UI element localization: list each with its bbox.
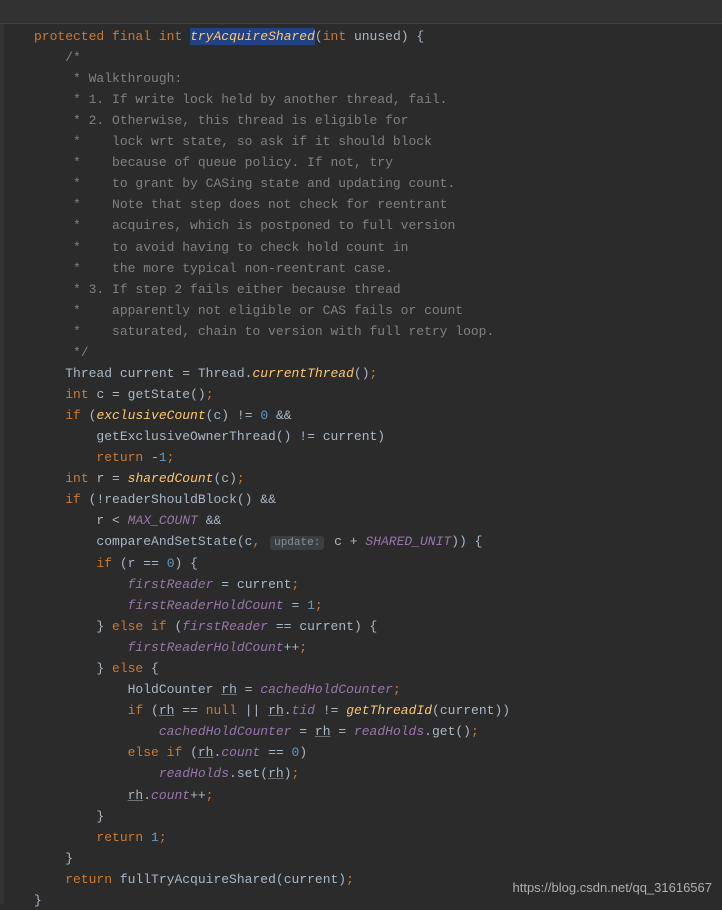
comment: * 2. Otherwise, this thread is eligible … — [34, 113, 408, 128]
line: } — [34, 809, 104, 824]
keyword-final: final — [112, 29, 151, 44]
keyword-protected: protected — [34, 29, 104, 44]
line: } — [34, 893, 42, 908]
line: else if (rh.count == 0) — [34, 745, 307, 760]
comment: * to grant by CASing state and updating … — [34, 176, 455, 191]
comment: * Note that step does not check for reen… — [34, 197, 447, 212]
line: if (rh == null || rh.tid != getThreadId(… — [34, 703, 510, 718]
line: if (exclusiveCount(c) != 0 && — [34, 408, 292, 423]
line: getExclusiveOwnerThread() != current) — [34, 429, 385, 444]
line: readHolds.set(rh); — [34, 766, 299, 781]
comment: * 3. If step 2 fails either because thre… — [34, 282, 401, 297]
line: } — [34, 851, 73, 866]
line: } else if (firstReader == current) { — [34, 619, 377, 634]
code-editor[interactable]: protected final int tryAcquireShared(int… — [0, 0, 722, 910]
line: Thread current = Thread.currentThread(); — [34, 366, 377, 381]
param-name: unused — [354, 29, 401, 44]
line: r < MAX_COUNT && — [34, 513, 221, 528]
line: firstReaderHoldCount = 1; — [34, 598, 323, 613]
method-name-highlight: tryAcquireShared — [190, 28, 315, 45]
line: if (!readerShouldBlock() && — [34, 492, 276, 507]
line: compareAndSetState(c, update: c + SHARED… — [34, 534, 482, 549]
line: cachedHoldCounter = rh = readHolds.get()… — [34, 724, 479, 739]
line: if (r == 0) { — [34, 556, 198, 571]
comment: * 1. If write lock held by another threa… — [34, 92, 447, 107]
line: return -1; — [34, 450, 174, 465]
inlay-hint: update: — [270, 536, 324, 550]
line: return fullTryAcquireShared(current); — [34, 872, 354, 887]
comment: */ — [34, 345, 89, 360]
comment: * to avoid having to check hold count in — [34, 240, 408, 255]
comment: /* — [34, 50, 81, 65]
line: return 1; — [34, 830, 167, 845]
comment: * the more typical non-reentrant case. — [34, 261, 393, 276]
comment: * saturated, chain to version with full … — [34, 324, 494, 339]
watermark: https://blog.csdn.net/qq_31616567 — [513, 877, 713, 898]
line: firstReader = current; — [34, 577, 299, 592]
comment: * because of queue policy. If not, try — [34, 155, 393, 170]
line: int c = getState(); — [34, 387, 214, 402]
type-int: int — [159, 29, 182, 44]
comment: * lock wrt state, so ask if it should bl… — [34, 134, 432, 149]
type-int: int — [323, 29, 346, 44]
line: } else { — [34, 661, 159, 676]
comment: * apparently not eligible or CAS fails o… — [34, 303, 463, 318]
line: firstReaderHoldCount++; — [34, 640, 307, 655]
line: protected final int tryAcquireShared(int… — [34, 28, 424, 45]
line: int r = sharedCount(c); — [34, 471, 245, 486]
line: rh.count++; — [34, 788, 213, 803]
line: HoldCounter rh = cachedHoldCounter; — [34, 682, 401, 697]
comment: * acquires, which is postponed to full v… — [34, 218, 455, 233]
comment: * Walkthrough: — [34, 71, 182, 86]
